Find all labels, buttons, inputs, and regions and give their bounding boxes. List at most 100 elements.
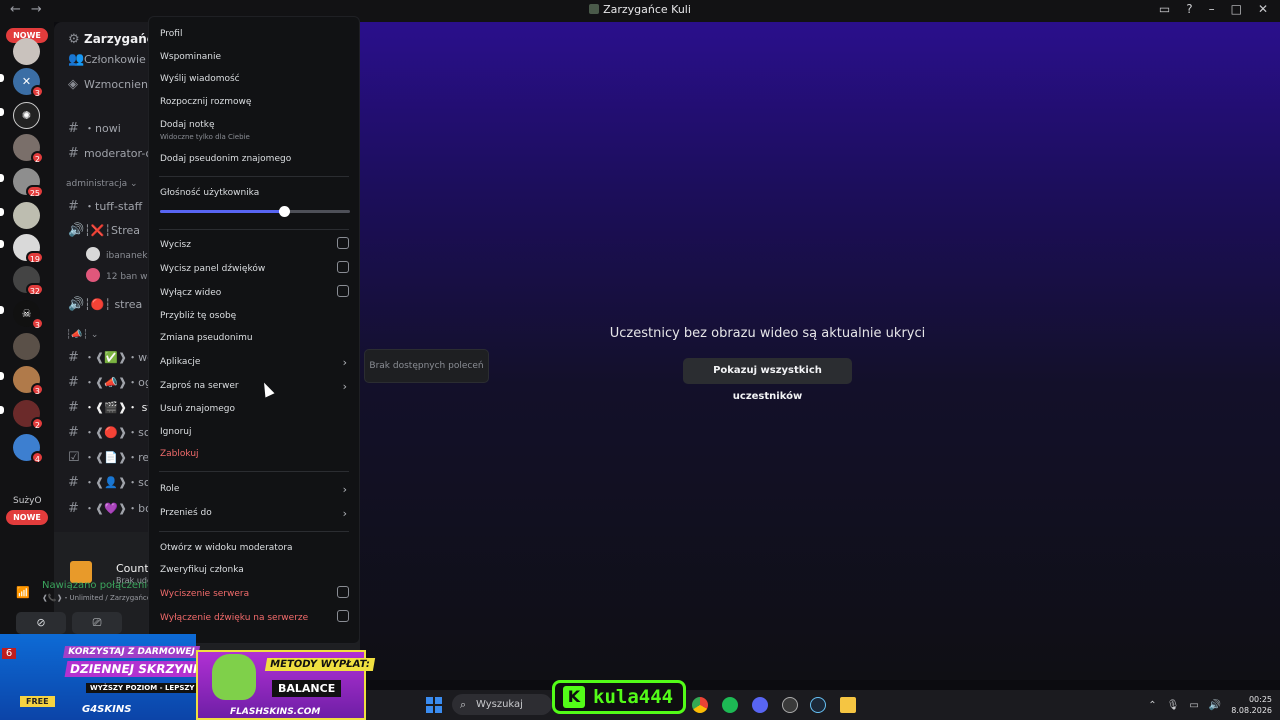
discord-icon[interactable]: [752, 697, 768, 713]
menu-add-note[interactable]: Dodaj notkę Widoczne tylko dla Ciebie: [160, 120, 349, 141]
menu-mute[interactable]: Wycisz: [160, 237, 349, 250]
menu-change-nickname[interactable]: Zmiana pseudonimu: [160, 333, 349, 343]
category-announcements[interactable]: ┆📣┆ ⌄: [66, 330, 98, 340]
server-icon-2[interactable]: ✕ 3: [13, 68, 44, 98]
server-icon-11[interactable]: 3: [13, 366, 44, 396]
signal-icon[interactable]: 📶: [16, 586, 30, 600]
menu-block[interactable]: Zablokuj: [160, 449, 349, 459]
close-icon[interactable]: ✕: [1258, 2, 1268, 16]
volume-knob[interactable]: [278, 206, 290, 217]
server-icon-8[interactable]: 32: [13, 266, 44, 296]
spotify-icon[interactable]: [722, 697, 738, 713]
server-icon-6[interactable]: [13, 202, 40, 229]
menu-send-message[interactable]: Wyślij wiadomość: [160, 74, 349, 84]
ad-line-2: BALANCE: [272, 680, 342, 697]
menu-roles[interactable]: Role ›: [160, 483, 349, 496]
server-mute-checkbox[interactable]: [337, 586, 349, 598]
members-link[interactable]: 👥Członkowie: [68, 52, 146, 67]
server-icon-4[interactable]: 2: [13, 134, 44, 164]
g4skins-ad[interactable]: 6 KORZYSTAJ Z DARMOWEJ DZIENNEJ SKRZYNKI…: [0, 634, 224, 720]
menu-mute-soundboard[interactable]: Wycisz panel dźwięków: [160, 261, 349, 274]
channel-nowi[interactable]: # ・nowi: [68, 120, 121, 136]
menu-move-to[interactable]: Przenieś do ›: [160, 507, 349, 520]
voice-user-name: ibananekb: [106, 251, 154, 261]
unread-pill: [0, 208, 4, 216]
server-icon-13[interactable]: 4: [13, 434, 44, 464]
minimize-icon[interactable]: –: [1209, 2, 1215, 16]
inbox-icon[interactable]: ▭: [1159, 2, 1170, 16]
volume-icon[interactable]: 🔊: [1209, 700, 1221, 711]
chevron-up-icon[interactable]: ⌃: [1148, 700, 1156, 711]
hash-icon: #: [68, 475, 79, 490]
server-icon-7[interactable]: 19: [13, 234, 44, 264]
server-badge: 2: [30, 151, 44, 164]
help-icon[interactable]: ?: [1186, 2, 1192, 16]
boosts-link[interactable]: ◈ Wzmocnienia: [68, 77, 158, 92]
menu-add-friend-nickname[interactable]: Dodaj pseudonim znajomego: [160, 154, 349, 164]
microphone-icon[interactable]: 🎙: [1167, 700, 1180, 711]
ad-brand: FLASHSKINS.COM: [230, 707, 321, 717]
server-icon-9[interactable]: ☠ 3: [13, 300, 44, 330]
menu-apps[interactable]: Aplikacje ›: [160, 356, 349, 369]
menu-focus-person[interactable]: Przybliż tę osobę: [160, 311, 349, 321]
volume-slider[interactable]: [160, 206, 350, 217]
windows-start-icon[interactable]: [426, 697, 442, 713]
server-text-item[interactable]: SużyO: [13, 496, 42, 506]
boost-icon: ◈: [68, 77, 78, 92]
screen-share-icon[interactable]: ⎚: [72, 612, 122, 634]
camera-off-icon[interactable]: ⊘: [16, 612, 66, 634]
server-deafen-checkbox[interactable]: [337, 610, 349, 622]
flashskins-ad[interactable]: METODY WYPŁAT: BALANCE FLASHSKINS.COM: [196, 650, 375, 720]
ad-line-1: KORZYSTAJ Z DARMOWEJ: [62, 646, 200, 658]
clock[interactable]: 00:25 8.08.2026: [1231, 694, 1272, 716]
window-title-text: Zarzygańce Kuli: [603, 3, 691, 16]
server-icon: [589, 4, 600, 14]
user-context-menu: Profil Wspominanie Wyślij wiadomość Rozp…: [148, 16, 360, 644]
menu-disable-video[interactable]: Wyłącz wideo: [160, 285, 349, 298]
maximize-icon[interactable]: □: [1231, 2, 1242, 16]
menu-separator: [159, 471, 349, 472]
server-icon-12[interactable]: 2: [13, 400, 44, 430]
new-badge-bottom[interactable]: NOWE: [6, 510, 48, 525]
menu-verify-member[interactable]: Zweryfikuj członka: [160, 565, 349, 575]
steam-icon[interactable]: [810, 697, 826, 713]
server-icon-10[interactable]: [13, 333, 40, 360]
server-mute-label: Wyciszenie serwera: [160, 589, 250, 599]
menu-invite-to-server[interactable]: Zaproś na serwer ›: [160, 380, 349, 393]
mute-checkbox[interactable]: [337, 237, 349, 249]
menu-server-mute[interactable]: Wyciszenie serwera: [160, 586, 349, 599]
menu-open-mod-view[interactable]: Otwórz w widoku moderatora: [160, 543, 349, 553]
monitor-icon[interactable]: ▭: [1189, 700, 1198, 711]
add-note-hint: Widoczne tylko dla Ciebie: [160, 133, 250, 141]
disable-video-checkbox[interactable]: [337, 285, 349, 297]
window-controls: ▭ ? – □ ✕: [1159, 2, 1268, 16]
video-call-area: Uczestnicy bez obrazu wideo są aktualnie…: [360, 22, 1280, 680]
server-icon-1[interactable]: [13, 38, 40, 65]
menu-ignore[interactable]: Ignoruj: [160, 427, 349, 437]
voice-channel-stream-2[interactable]: 🔊┆🔴┆ strea: [68, 297, 142, 312]
menu-start-call[interactable]: Rozpocznij rozmowę: [160, 97, 349, 107]
voice-connection[interactable]: Nawiązano połączenie ❰📞❱・Unlimited / Zar…: [42, 580, 153, 603]
channel-tuff-staff[interactable]: # ・tuff-staff: [68, 198, 142, 214]
server-icon-3[interactable]: ✺: [13, 102, 40, 129]
show-all-participants-button[interactable]: Pokazuj wszystkich uczestników: [683, 358, 852, 402]
menu-server-deafen[interactable]: Wyłączenie dźwięku na serwerze: [160, 610, 349, 623]
chevron-right-icon: ›: [342, 483, 347, 496]
voice-channel-stream[interactable]: 🔊┆❌┆Strea: [68, 223, 140, 238]
taskbar-search[interactable]: ⌕ Wyszukaj: [452, 694, 552, 715]
mute-soundboard-checkbox[interactable]: [337, 261, 349, 273]
app-icon[interactable]: [782, 697, 798, 713]
server-badge: 3: [30, 383, 44, 396]
app-icon-2[interactable]: [840, 697, 856, 713]
chevron-right-icon: ›: [342, 507, 347, 520]
menu-profile[interactable]: Profil: [160, 29, 349, 39]
menu-mention[interactable]: Wspominanie: [160, 52, 349, 62]
channel-moderator[interactable]: # moderator-or: [68, 146, 157, 161]
voice-buttons: ⊘ ⎚: [16, 612, 122, 634]
menu-remove-friend[interactable]: Usuń znajomego: [160, 404, 349, 414]
chrome-icon[interactable]: [692, 697, 708, 713]
channel-label: ┆🔴┆ strea: [84, 298, 143, 311]
category-administracja[interactable]: administracja ⌄: [66, 179, 138, 189]
voice-user-1[interactable]: ibananekb: [86, 247, 153, 261]
server-icon-5[interactable]: 25: [13, 168, 44, 198]
